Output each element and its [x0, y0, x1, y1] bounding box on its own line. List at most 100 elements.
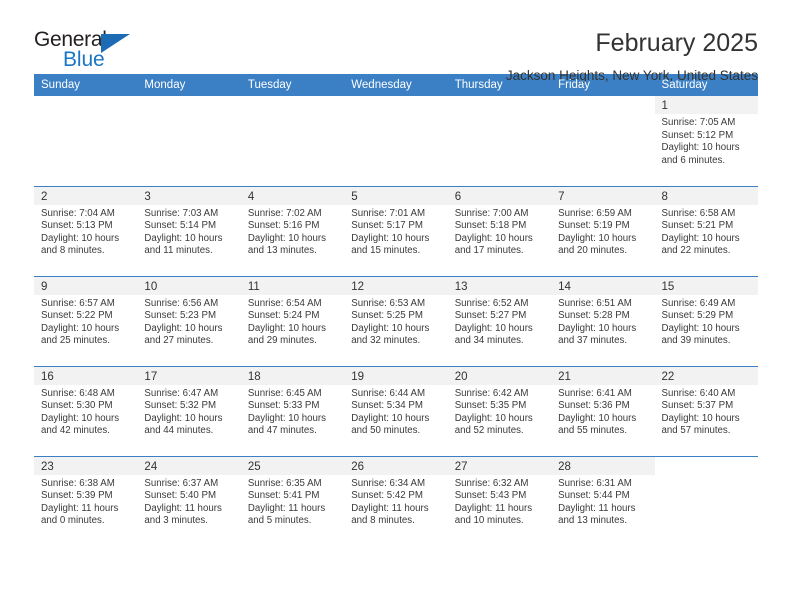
day-details: Sunrise: 6:44 AM Sunset: 5:34 PM Daylight:…	[344, 385, 447, 438]
sunrise-text: Sunrise: 7:04 AM	[41, 207, 115, 219]
calendar-body: 1 Sunrise: 7:05 AM Sunset: 5:12 PM Daylight…	[34, 96, 758, 546]
calendar-day-cell[interactable]: 3 Sunrise: 7:03 AM Sunset: 5:14 PM Daylight…	[137, 185, 241, 276]
day-details: Sunrise: 6:45 AM Sunset: 5:33 PM Daylight:…	[241, 385, 344, 438]
day-details: Sunrise: 7:03 AM Sunset: 5:14 PM Daylight:…	[137, 205, 240, 258]
daylight-text: Daylight: 10 hours and 50 minutes.	[351, 412, 430, 437]
daylight-text: Daylight: 10 hours and 15 minutes.	[351, 232, 430, 257]
sunrise-text: Sunrise: 6:31 AM	[558, 477, 632, 489]
calendar-day-cell[interactable]: 28 Sunrise: 6:31 AM Sunset: 5:44 PM Dayligh…	[551, 455, 655, 546]
daylight-text: Daylight: 11 hours and 13 minutes.	[558, 502, 636, 527]
calendar-day-cell[interactable]: 15 Sunrise: 6:49 AM Sunset: 5:29 PM Dayligh…	[654, 275, 758, 366]
sunset-text: Sunset: 5:14 PM	[144, 220, 217, 232]
sunrise-text: Sunrise: 6:35 AM	[247, 477, 322, 489]
calendar-day-cell[interactable]: 26 Sunrise: 6:34 AM Sunset: 5:42 PM Dayligh…	[344, 455, 448, 546]
calendar-day-cell[interactable]: 14 Sunrise: 6:51 AM Sunset: 5:28 PM Dayligh…	[551, 275, 655, 366]
day-details: Sunrise: 7:00 AM Sunset: 5:18 PM Daylight:…	[448, 205, 551, 258]
calendar-day-cell[interactable]: 9 Sunrise: 6:57 AM Sunset: 5:22 PM Daylight…	[34, 275, 138, 366]
calendar-day-cell[interactable]: 4 Sunrise: 7:02 AM Sunset: 5:16 PM Daylight…	[240, 185, 345, 276]
calendar-day-cell[interactable]: 21 Sunrise: 6:41 AM Sunset: 5:36 PM Dayligh…	[551, 365, 655, 456]
weekday-header-monday: Monday	[137, 74, 241, 96]
day-number: 9	[34, 276, 138, 295]
calendar-day-cell[interactable]: 18 Sunrise: 6:45 AM Sunset: 5:33 PM Dayligh…	[240, 365, 345, 456]
calendar-day-cell[interactable]: 13 Sunrise: 6:52 AM Sunset: 5:27 PM Dayligh…	[447, 275, 552, 366]
calendar-day-cell[interactable]: 8 Sunrise: 6:58 AM Sunset: 5:21 PM Daylight…	[654, 185, 758, 276]
day-details: Sunrise: 6:32 AM Sunset: 5:43 PM Daylight:…	[448, 475, 551, 528]
calendar-cell-empty	[448, 96, 551, 186]
day-details: Sunrise: 7:04 AM Sunset: 5:13 PM Daylight:…	[34, 205, 137, 258]
day-number: 6	[447, 186, 552, 205]
calendar-day-cell[interactable]: 2 Sunrise: 7:04 AM Sunset: 5:13 PM Daylight…	[34, 185, 138, 276]
day-number: 3	[137, 186, 241, 205]
weekday-header-sunday: Sunday	[34, 74, 138, 96]
calendar-day-cell[interactable]: 20 Sunrise: 6:42 AM Sunset: 5:35 PM Dayligh…	[447, 365, 552, 456]
day-number: 2	[34, 186, 138, 205]
day-details: Sunrise: 6:41 AM Sunset: 5:36 PM Daylight:…	[551, 385, 654, 438]
daylight-text: Daylight: 10 hours and 11 minutes.	[144, 232, 223, 257]
day-number: 11	[240, 276, 345, 295]
calendar-day-cell[interactable]: 27 Sunrise: 6:32 AM Sunset: 5:43 PM Dayligh…	[447, 455, 552, 546]
day-details: Sunrise: 6:59 AM Sunset: 5:19 PM Daylight:…	[551, 205, 654, 258]
sunrise-text: Sunrise: 6:42 AM	[454, 387, 529, 399]
sunrise-text: Sunrise: 6:38 AM	[41, 477, 115, 489]
calendar-day-cell[interactable]: 24 Sunrise: 6:37 AM Sunset: 5:40 PM Dayligh…	[137, 455, 241, 546]
sunset-text: Sunset: 5:35 PM	[454, 400, 527, 412]
daylight-text: Daylight: 11 hours and 3 minutes.	[144, 502, 222, 527]
day-details: Sunrise: 6:48 AM Sunset: 5:30 PM Daylight:…	[34, 385, 137, 438]
day-number: 10	[137, 276, 241, 295]
page-title: February 2025	[595, 29, 758, 57]
calendar-day-cell[interactable]: 10 Sunrise: 6:56 AM Sunset: 5:23 PM Dayligh…	[137, 275, 241, 366]
calendar-day-cell[interactable]: 6 Sunrise: 7:00 AM Sunset: 5:18 PM Daylight…	[447, 185, 552, 276]
day-number: 14	[551, 276, 655, 295]
sunset-text: Sunset: 5:17 PM	[351, 220, 423, 232]
day-details: Sunrise: 6:47 AM Sunset: 5:32 PM Daylight:…	[137, 385, 240, 438]
day-details: Sunrise: 6:40 AM Sunset: 5:37 PM Daylight:…	[655, 385, 758, 438]
day-number: 28	[551, 456, 655, 475]
sunset-text: Sunset: 5:34 PM	[351, 400, 423, 412]
calendar-day-cell[interactable]: 12 Sunrise: 6:53 AM Sunset: 5:25 PM Dayligh…	[344, 275, 448, 366]
calendar-day-cell[interactable]: 7 Sunrise: 6:59 AM Sunset: 5:19 PM Daylight…	[551, 185, 655, 276]
calendar-day-cell[interactable]: 11 Sunrise: 6:54 AM Sunset: 5:24 PM Dayligh…	[240, 275, 345, 366]
calendar-week-row: 16 Sunrise: 6:48 AM Sunset: 5:30 PM Dayligh…	[34, 365, 758, 456]
sunset-text: Sunset: 5:42 PM	[351, 490, 423, 502]
location-subtitle: Jackson Heights, New York, United States	[505, 68, 758, 83]
sunset-text: Sunset: 5:43 PM	[454, 490, 527, 502]
day-details: Sunrise: 6:52 AM Sunset: 5:27 PM Daylight:…	[448, 295, 551, 348]
calendar-day-cell[interactable]: 17 Sunrise: 6:47 AM Sunset: 5:32 PM Dayligh…	[137, 365, 241, 456]
sunrise-text: Sunrise: 6:41 AM	[558, 387, 632, 399]
calendar-cell-empty	[34, 96, 137, 186]
day-details: Sunrise: 6:53 AM Sunset: 5:25 PM Daylight:…	[344, 295, 447, 348]
calendar-day-cell[interactable]: 25 Sunrise: 6:35 AM Sunset: 5:41 PM Dayligh…	[240, 455, 345, 546]
day-details: Sunrise: 6:38 AM Sunset: 5:39 PM Daylight:…	[34, 475, 137, 528]
daylight-text: Daylight: 10 hours and 29 minutes.	[247, 322, 326, 347]
page-header: General Blue February 2025 Jackson Heigh…	[34, 0, 758, 83]
day-details: Sunrise: 6:37 AM Sunset: 5:40 PM Daylight:…	[137, 475, 240, 528]
calendar-day-cell[interactable]: 19 Sunrise: 6:44 AM Sunset: 5:34 PM Dayligh…	[344, 365, 448, 456]
weekday-header-wednesday: Wednesday	[344, 74, 448, 96]
sunset-text: Sunset: 5:29 PM	[661, 310, 734, 322]
day-details: Sunrise: 7:05 AM Sunset: 5:12 PM Daylight:…	[655, 114, 758, 167]
calendar-day-cell[interactable]: 5 Sunrise: 7:01 AM Sunset: 5:17 PM Daylight…	[344, 185, 448, 276]
general-blue-logo[interactable]: General Blue	[34, 28, 142, 74]
day-number: 15	[654, 276, 758, 295]
day-number: 27	[447, 456, 552, 475]
sunrise-text: Sunrise: 7:00 AM	[454, 207, 529, 219]
daylight-text: Daylight: 10 hours and 57 minutes.	[661, 412, 740, 437]
sunset-text: Sunset: 5:13 PM	[41, 220, 113, 232]
logo-text-blue: Blue	[63, 48, 105, 71]
calendar-day-cell[interactable]: 23 Sunrise: 6:38 AM Sunset: 5:39 PM Dayligh…	[34, 455, 138, 546]
sunset-text: Sunset: 5:39 PM	[41, 490, 113, 502]
calendar-day-cell[interactable]: 16 Sunrise: 6:48 AM Sunset: 5:30 PM Dayligh…	[34, 365, 138, 456]
day-details: Sunrise: 6:35 AM Sunset: 5:41 PM Daylight:…	[241, 475, 344, 528]
day-details: Sunrise: 7:01 AM Sunset: 5:17 PM Daylight:…	[344, 205, 447, 258]
daylight-text: Daylight: 10 hours and 27 minutes.	[144, 322, 223, 347]
calendar-day-cell[interactable]: 1 Sunrise: 7:05 AM Sunset: 5:12 PM Daylight…	[654, 96, 758, 186]
day-number: 16	[34, 366, 138, 385]
sunset-text: Sunset: 5:36 PM	[558, 400, 630, 412]
daylight-text: Daylight: 10 hours and 34 minutes.	[454, 322, 533, 347]
sunset-text: Sunset: 5:28 PM	[558, 310, 630, 322]
calendar-day-cell[interactable]: 22 Sunrise: 6:40 AM Sunset: 5:37 PM Dayligh…	[654, 365, 758, 456]
sunset-text: Sunset: 5:16 PM	[247, 220, 320, 232]
sunrise-text: Sunrise: 6:54 AM	[247, 297, 322, 309]
sunset-text: Sunset: 5:21 PM	[661, 220, 734, 232]
sunrise-text: Sunrise: 7:05 AM	[661, 117, 736, 128]
